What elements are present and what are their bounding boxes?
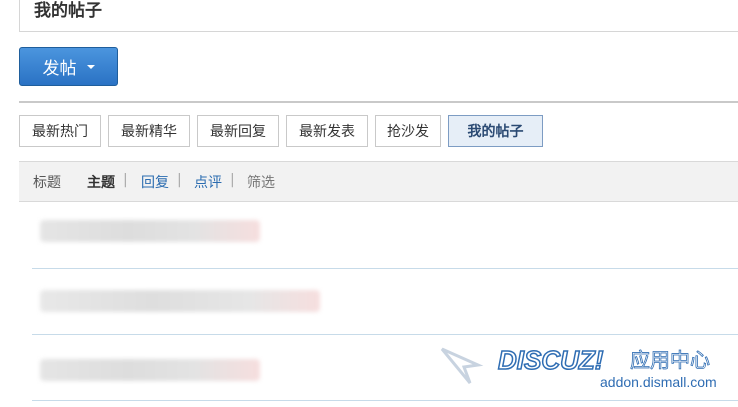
filter-screen[interactable]: 筛选 bbox=[247, 172, 275, 192]
new-post-label: 发帖 bbox=[42, 59, 77, 79]
separator: | bbox=[123, 172, 128, 188]
thread-row[interactable] bbox=[32, 202, 738, 269]
tab-latest-digest[interactable]: 最新精华 bbox=[108, 115, 190, 147]
redacted-title bbox=[40, 290, 320, 312]
new-post-button[interactable]: 发帖 bbox=[19, 47, 118, 86]
filter-reply[interactable]: 回复 bbox=[141, 172, 169, 192]
filter-bar: 标题 主题 | 回复 | 点评 | 筛选 bbox=[19, 161, 738, 202]
separator: | bbox=[177, 172, 182, 188]
tab-sofa[interactable]: 抢沙发 bbox=[375, 115, 441, 147]
tab-my-threads[interactable]: 我的帖子 bbox=[448, 115, 543, 147]
watermark-url: addon.dismall.com bbox=[600, 374, 717, 390]
filter-title-label: 标题 bbox=[33, 175, 61, 191]
thread-tabs: 最新热门 最新精华 最新回复 最新发表 抢沙发 我的帖子 bbox=[19, 115, 550, 147]
redacted-title bbox=[40, 359, 260, 381]
filter-comment[interactable]: 点评 bbox=[194, 172, 222, 192]
thread-row[interactable] bbox=[32, 268, 738, 335]
watermark-brand: DISCUZ! bbox=[498, 345, 604, 375]
watermark-cn: 应用中心 bbox=[630, 348, 710, 372]
tab-latest-hot[interactable]: 最新热门 bbox=[19, 115, 101, 147]
discuz-logo-icon: DISCUZ! 应用中心 addon.dismall.com bbox=[440, 344, 717, 390]
tab-latest-reply[interactable]: 最新回复 bbox=[197, 115, 279, 147]
separator: | bbox=[230, 172, 235, 188]
redacted-title bbox=[40, 220, 260, 242]
page-title: 我的帖子 bbox=[34, 1, 102, 21]
tab-latest-posted[interactable]: 最新发表 bbox=[286, 115, 368, 147]
page-title-box bbox=[19, 0, 738, 32]
divider bbox=[19, 101, 738, 103]
discuz-watermark: DISCUZ! 应用中心 addon.dismall.com bbox=[440, 343, 738, 395]
filter-topic[interactable]: 主题 bbox=[87, 172, 115, 192]
caret-down-icon bbox=[86, 64, 95, 69]
